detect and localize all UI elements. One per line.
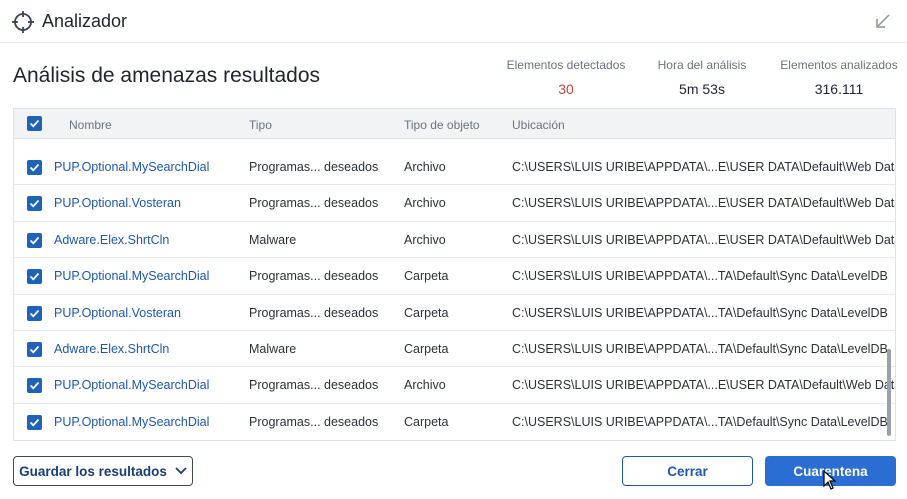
check-icon bbox=[29, 273, 40, 281]
save-results-label: Guardar los resultados bbox=[19, 463, 167, 479]
row-checkbox[interactable] bbox=[27, 378, 42, 394]
row-object: Archivo bbox=[404, 160, 446, 174]
stat-time-value: 5m 53s bbox=[679, 81, 725, 97]
row-name[interactable]: PUP.Optional.Vosteran bbox=[54, 306, 181, 320]
page-title: Análisis de amenazas resultados bbox=[13, 64, 321, 87]
row-checkbox[interactable] bbox=[27, 160, 42, 175]
check-icon bbox=[29, 236, 40, 245]
row-name[interactable]: PUP.Optional.MySearchDial bbox=[54, 415, 209, 429]
close-button[interactable]: Cerrar bbox=[622, 456, 753, 486]
table-row[interactable]: Adware.Elex.ShrtCln Malware Archivo C:\U… bbox=[14, 222, 896, 259]
table-scrollbar[interactable] bbox=[887, 349, 891, 436]
stat-detected-value: 30 bbox=[558, 81, 574, 97]
stat-time: Hora del análisis 5m 53s bbox=[655, 58, 749, 97]
row-location: C:\USERS\LUIS URIBE\APPDATA\...TA\Defaul… bbox=[512, 269, 888, 284]
row-name[interactable]: Adware.Elex.ShrtCln bbox=[54, 342, 169, 356]
row-checkbox[interactable] bbox=[27, 232, 42, 248]
stat-time-label: Hora del análisis bbox=[657, 58, 747, 72]
table-body: PUP.Optional.MySearchDial Programas... d… bbox=[14, 149, 895, 440]
table-row[interactable]: PUP.Optional.Vosteran Programas... desea… bbox=[14, 295, 895, 331]
table-row[interactable]: PUP.Optional.MySearchDial Programas... d… bbox=[14, 149, 896, 186]
row-checkbox[interactable] bbox=[27, 196, 42, 212]
window-title: Analizador bbox=[42, 11, 128, 31]
row-type: Programas... deseados bbox=[249, 269, 379, 284]
crosshair-icon bbox=[12, 11, 34, 33]
row-type: Malware bbox=[249, 341, 297, 356]
table-row[interactable]: Adware.Elex.ShrtCln Malware Carpeta C:\U… bbox=[14, 331, 895, 368]
row-checkbox[interactable] bbox=[27, 341, 42, 357]
row-checkbox[interactable] bbox=[27, 305, 42, 321]
row-location: C:\USERS\LUIS URIBE\APPDATA\...E\USER DA… bbox=[512, 196, 896, 211]
row-type: Malware bbox=[249, 232, 297, 247]
check-icon bbox=[29, 163, 40, 172]
check-icon bbox=[29, 345, 40, 354]
check-icon bbox=[29, 309, 40, 318]
table-header: Nombre Tipo Tipo de objeto Ubicación bbox=[14, 109, 895, 139]
stat-detected-label: Elementos detectados bbox=[506, 58, 626, 72]
stat-detected: Elementos detectados 30 bbox=[505, 58, 627, 97]
row-type: Programas... deseados bbox=[249, 160, 379, 174]
save-results-button[interactable]: Guardar los resultados bbox=[13, 456, 193, 486]
row-object: Carpeta bbox=[404, 305, 449, 320]
check-icon bbox=[29, 119, 40, 128]
select-all-checkbox[interactable] bbox=[27, 116, 42, 131]
row-name[interactable]: Adware.Elex.ShrtCln bbox=[54, 233, 169, 247]
row-location: C:\USERS\LUIS URIBE\APPDATA\...E\USER DA… bbox=[512, 232, 896, 247]
row-location: C:\USERS\LUIS URIBE\APPDATA\...TA\Defaul… bbox=[512, 305, 888, 320]
row-location: C:\USERS\LUIS URIBE\APPDATA\...TA\Defaul… bbox=[512, 414, 888, 429]
column-header-object[interactable]: Tipo de objeto bbox=[404, 118, 480, 132]
stat-scanned-value: 316.111 bbox=[814, 81, 864, 97]
table-row[interactable]: PUP.Optional.MySearchDial Programas... d… bbox=[14, 404, 895, 440]
row-object: Archivo bbox=[404, 196, 446, 211]
column-header-location[interactable]: Ubicación bbox=[512, 118, 565, 132]
row-location: C:\USERS\LUIS URIBE\APPDATA\...E\USER DA… bbox=[512, 378, 896, 393]
row-object: Archivo bbox=[404, 378, 446, 393]
column-header-name[interactable]: Nombre bbox=[69, 118, 112, 132]
row-object: Archivo bbox=[404, 232, 446, 247]
row-name[interactable]: PUP.Optional.MySearchDial bbox=[54, 269, 209, 283]
check-icon bbox=[29, 382, 40, 390]
row-name[interactable]: PUP.Optional.MySearchDial bbox=[54, 160, 209, 174]
row-type: Programas... deseados bbox=[249, 305, 379, 320]
row-name[interactable]: PUP.Optional.MySearchDial bbox=[54, 378, 209, 392]
stat-scanned-label: Elementos analizados bbox=[780, 58, 898, 72]
row-location: C:\USERS\LUIS URIBE\APPDATA\...E\USER DA… bbox=[512, 160, 896, 174]
row-type: Programas... deseados bbox=[249, 414, 379, 429]
check-icon bbox=[29, 418, 40, 427]
quarantine-label: Cuarentena bbox=[793, 463, 868, 479]
title-bar: Analizador bbox=[0, 0, 907, 43]
check-icon bbox=[29, 200, 40, 208]
row-type: Programas... deseados bbox=[249, 378, 379, 393]
row-checkbox[interactable] bbox=[27, 414, 42, 430]
row-type: Programas... deseados bbox=[249, 196, 379, 211]
chevron-down-icon bbox=[175, 467, 187, 475]
column-header-type[interactable]: Tipo bbox=[249, 118, 272, 132]
row-location: C:\USERS\LUIS URIBE\APPDATA\...TA\Defaul… bbox=[512, 341, 888, 356]
row-object: Carpeta bbox=[404, 414, 449, 429]
results-table: Nombre Tipo Tipo de objeto Ubicación PUP… bbox=[13, 108, 896, 441]
row-object: Carpeta bbox=[404, 269, 449, 284]
row-name[interactable]: PUP.Optional.Vosteran bbox=[54, 196, 181, 210]
row-object: Carpeta bbox=[404, 341, 449, 356]
table-row[interactable]: PUP.Optional.MySearchDial Programas... d… bbox=[14, 258, 895, 295]
stat-scanned: Elementos analizados 316.111 bbox=[779, 58, 899, 97]
table-row[interactable]: PUP.Optional.Vosteran Programas... desea… bbox=[14, 185, 896, 222]
collapse-icon[interactable] bbox=[875, 13, 891, 29]
row-checkbox[interactable] bbox=[27, 269, 42, 285]
quarantine-button[interactable]: Cuarentena bbox=[765, 456, 896, 486]
table-row[interactable]: PUP.Optional.MySearchDial Programas... d… bbox=[14, 367, 896, 404]
close-label: Cerrar bbox=[667, 463, 708, 479]
